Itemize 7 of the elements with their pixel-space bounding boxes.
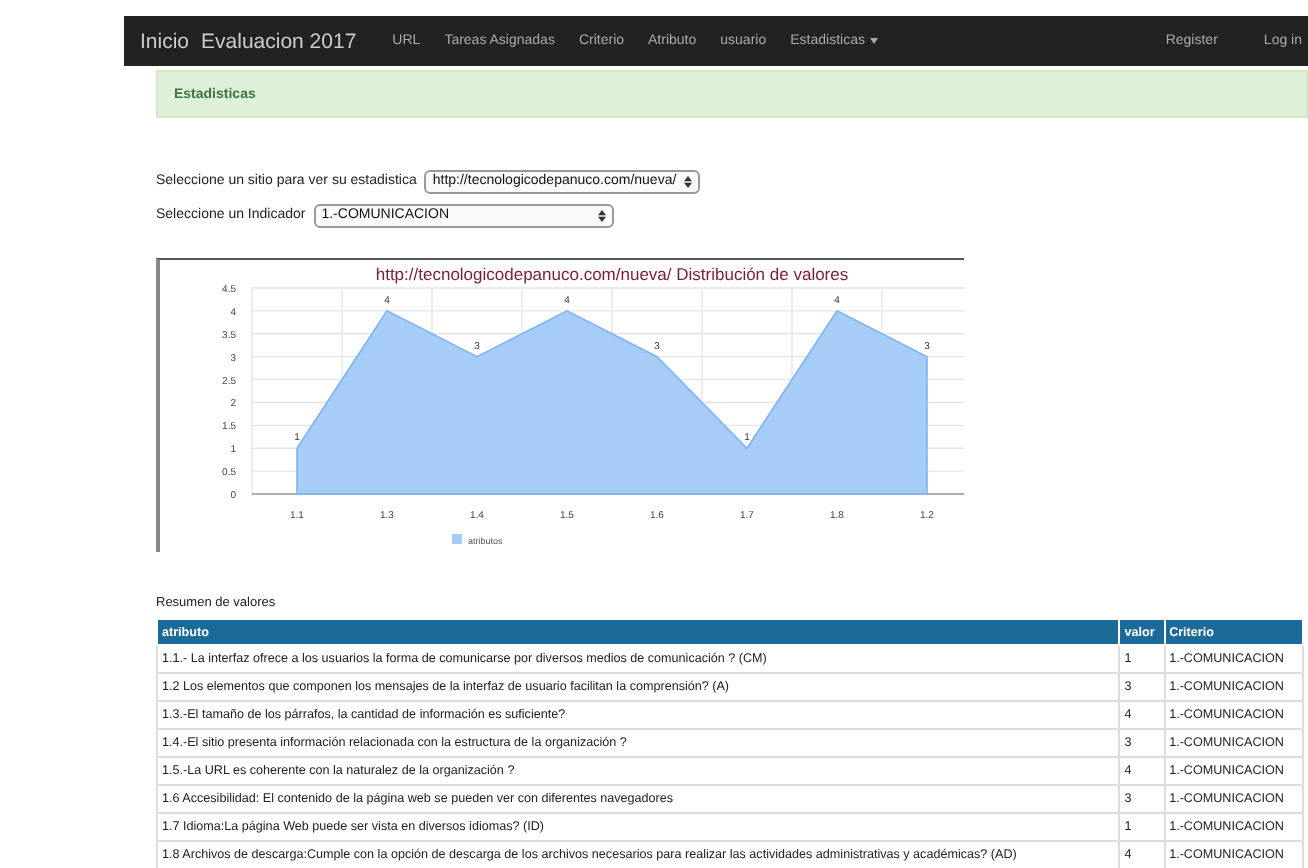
updown-arrow-icon	[597, 209, 606, 221]
brand-link[interactable]: Inicio	[140, 29, 190, 53]
caret-icon	[870, 38, 879, 44]
brand-link[interactable]: Evaluacion 2017	[201, 29, 357, 53]
chart-title: http://tecnologicodepanuco.com/nueva/ Distribución de valores	[375, 264, 849, 284]
updown-arrow-icon	[684, 175, 693, 187]
legend-swatch	[452, 534, 462, 544]
